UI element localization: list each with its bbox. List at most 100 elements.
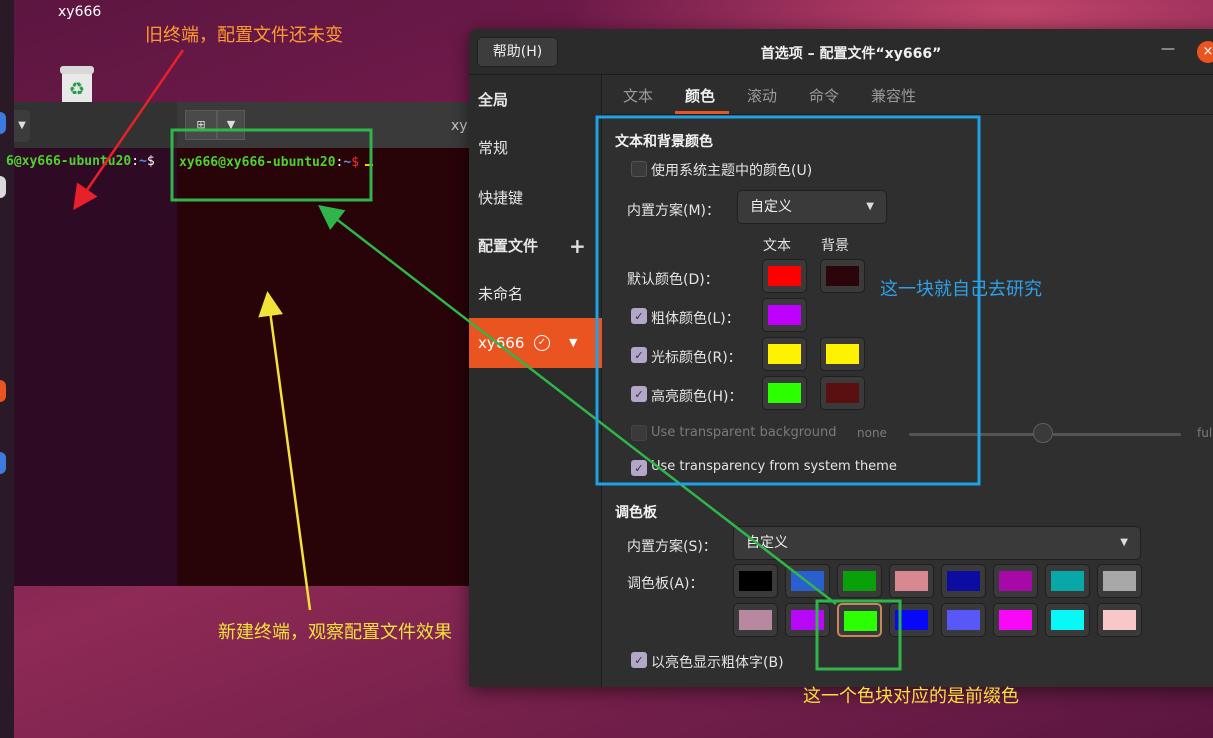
bold-color-label: 粗体颜色(L)： bbox=[651, 311, 740, 327]
dock bbox=[0, 0, 14, 738]
palette-color-button-8[interactable] bbox=[733, 603, 778, 637]
palette-color-button-12[interactable] bbox=[941, 603, 986, 637]
dock-app-icon[interactable] bbox=[0, 112, 6, 134]
cursor-color-label: 光标颜色(R)： bbox=[651, 350, 742, 366]
builtin-scheme-select[interactable]: 自定义 ▼ bbox=[737, 190, 887, 224]
chevron-down-icon[interactable]: ▼ bbox=[217, 110, 245, 140]
profile-tabs: 文本 颜色 滚动 命令 兼容性 bbox=[603, 75, 1213, 115]
prefix-color-annotation: 这一个色块对应的是前缀色 bbox=[803, 686, 1019, 707]
system-transparency-checkbox[interactable]: ✓ bbox=[631, 460, 647, 476]
palette-scheme-value: 自定义 bbox=[746, 535, 788, 551]
tab-scrolling[interactable]: 滚动 bbox=[747, 85, 777, 106]
tab-text[interactable]: 文本 bbox=[623, 85, 653, 106]
default-check-icon: ✓ bbox=[534, 335, 550, 351]
chevron-down-icon[interactable]: ▼ bbox=[569, 318, 577, 368]
bold-text-swatch bbox=[768, 305, 801, 325]
sidebar-item-unnamed-profile[interactable]: 未命名 bbox=[469, 269, 602, 319]
tab-command[interactable]: 命令 bbox=[809, 85, 839, 106]
default-bg-color-button[interactable] bbox=[820, 259, 865, 293]
transparency-max-label: full bbox=[1197, 426, 1213, 440]
section-text-bg-colors: 文本和背景颜色 bbox=[615, 134, 713, 150]
palette-swatch bbox=[1103, 571, 1136, 591]
palette-swatch bbox=[739, 571, 772, 591]
sidebar-item-xy666-profile[interactable]: xy666 ✓ ▼ bbox=[469, 318, 602, 368]
palette-swatch bbox=[1103, 610, 1136, 630]
palette-color-button-4[interactable] bbox=[941, 564, 986, 598]
palette-scheme-select[interactable]: 自定义 ▼ bbox=[733, 526, 1141, 560]
cursor-text-color-button[interactable] bbox=[762, 337, 807, 371]
sidebar-header-global: 全局 bbox=[478, 91, 509, 109]
palette-color-button-14[interactable] bbox=[1045, 603, 1090, 637]
research-annotation: 这一块就自己去研究 bbox=[880, 279, 1042, 300]
tab-colors[interactable]: 颜色 bbox=[685, 85, 715, 106]
old-terminal-window[interactable]: ▼ 6@xy666-ubuntu20:~$ bbox=[6, 102, 177, 586]
palette-color-button-2[interactable] bbox=[837, 564, 882, 598]
palette-color-button-15[interactable] bbox=[1097, 603, 1142, 637]
transparent-bg-checkbox[interactable] bbox=[631, 425, 647, 441]
use-system-theme-checkbox[interactable] bbox=[631, 161, 647, 177]
transparency-slider-handle[interactable] bbox=[1033, 423, 1053, 443]
sidebar-profile-label: xy666 bbox=[478, 334, 525, 352]
system-transparency-label: Use transparency from system theme bbox=[651, 459, 897, 474]
cursor-text-swatch bbox=[768, 344, 801, 364]
palette-color-button-11[interactable] bbox=[889, 603, 934, 637]
dock-app-icon[interactable] bbox=[0, 380, 6, 402]
preferences-content: 文本 颜色 滚动 命令 兼容性 文本和背景颜色 使用系统主题中的颜色(U) 内置… bbox=[603, 75, 1213, 687]
desktop-home-label[interactable]: xy666 bbox=[58, 4, 101, 20]
window-titlebar: 帮助(H) 首选项 – 配置文件“xy666” — × bbox=[469, 29, 1213, 75]
palette-swatch bbox=[1051, 610, 1084, 630]
preferences-sidebar: 全局 常规 快捷键 配置文件 + 未命名 xy666 ✓ ▼ bbox=[469, 75, 602, 687]
trash-icon[interactable]: ♻ bbox=[58, 66, 96, 106]
default-color-label: 默认颜色(D)： bbox=[627, 272, 719, 288]
palette-color-button-1[interactable] bbox=[785, 564, 830, 598]
new-terminal-annotation: 新建终端，观察配置文件效果 bbox=[218, 622, 452, 643]
minimize-icon[interactable]: — bbox=[1161, 41, 1175, 57]
palette-color-button-5[interactable] bbox=[993, 564, 1038, 598]
sidebar-profiles-label: 配置文件 bbox=[478, 237, 539, 255]
cursor-bg-swatch bbox=[826, 344, 859, 364]
sidebar-header-profiles: 配置文件 + bbox=[469, 221, 602, 271]
highlight-text-color-button[interactable] bbox=[762, 376, 807, 410]
dock-app-icon[interactable] bbox=[0, 176, 6, 198]
dock-app-icon[interactable] bbox=[0, 452, 6, 474]
highlight-bg-color-button[interactable] bbox=[820, 376, 865, 410]
transparency-min-label: none bbox=[857, 426, 887, 440]
palette-color-button-0[interactable] bbox=[733, 564, 778, 598]
new-terminal-window[interactable]: ⊞ ▼ xy xy666@xy666-ubuntu20:~$ bbox=[177, 102, 477, 586]
old-terminal-annotation: 旧终端，配置文件还未变 bbox=[145, 25, 343, 46]
default-text-swatch bbox=[768, 266, 801, 286]
cursor-bg-color-button[interactable] bbox=[820, 337, 865, 371]
palette-swatch bbox=[895, 610, 928, 630]
bright-bold-checkbox[interactable]: ✓ bbox=[631, 652, 647, 668]
chevron-down-icon[interactable]: ▼ bbox=[14, 110, 30, 142]
cursor-color-checkbox[interactable]: ✓ bbox=[631, 347, 647, 363]
tab-compatibility[interactable]: 兼容性 bbox=[871, 85, 916, 106]
palette-color-button-13[interactable] bbox=[993, 603, 1038, 637]
new-tab-button[interactable]: ⊞ bbox=[185, 110, 217, 140]
transparent-bg-label: Use transparent background bbox=[651, 425, 837, 440]
palette-color-button-10[interactable] bbox=[837, 603, 882, 637]
default-bg-swatch bbox=[826, 266, 859, 286]
bold-color-checkbox[interactable]: ✓ bbox=[631, 308, 647, 324]
palette-swatch bbox=[791, 610, 824, 630]
default-text-color-button[interactable] bbox=[762, 259, 807, 293]
palette-swatch bbox=[895, 571, 928, 591]
palette-color-button-9[interactable] bbox=[785, 603, 830, 637]
palette-swatch bbox=[999, 610, 1032, 630]
palette-color-button-3[interactable] bbox=[889, 564, 934, 598]
column-text-label: 文本 bbox=[763, 238, 791, 254]
close-icon[interactable]: × bbox=[1197, 41, 1213, 63]
palette-swatch bbox=[791, 571, 824, 591]
add-profile-icon[interactable]: + bbox=[569, 221, 586, 271]
palette-color-button-6[interactable] bbox=[1045, 564, 1090, 598]
palette-swatch bbox=[947, 571, 980, 591]
sidebar-item-shortcuts[interactable]: 快捷键 bbox=[469, 173, 602, 223]
builtin-scheme-value: 自定义 bbox=[750, 199, 792, 215]
column-bg-label: 背景 bbox=[821, 238, 849, 254]
palette-color-button-7[interactable] bbox=[1097, 564, 1142, 598]
highlight-bg-swatch bbox=[826, 383, 859, 403]
sidebar-item-general[interactable]: 常规 bbox=[469, 123, 602, 173]
bold-text-color-button[interactable] bbox=[762, 298, 807, 332]
palette-swatch bbox=[947, 610, 980, 630]
highlight-color-checkbox[interactable]: ✓ bbox=[631, 386, 647, 402]
